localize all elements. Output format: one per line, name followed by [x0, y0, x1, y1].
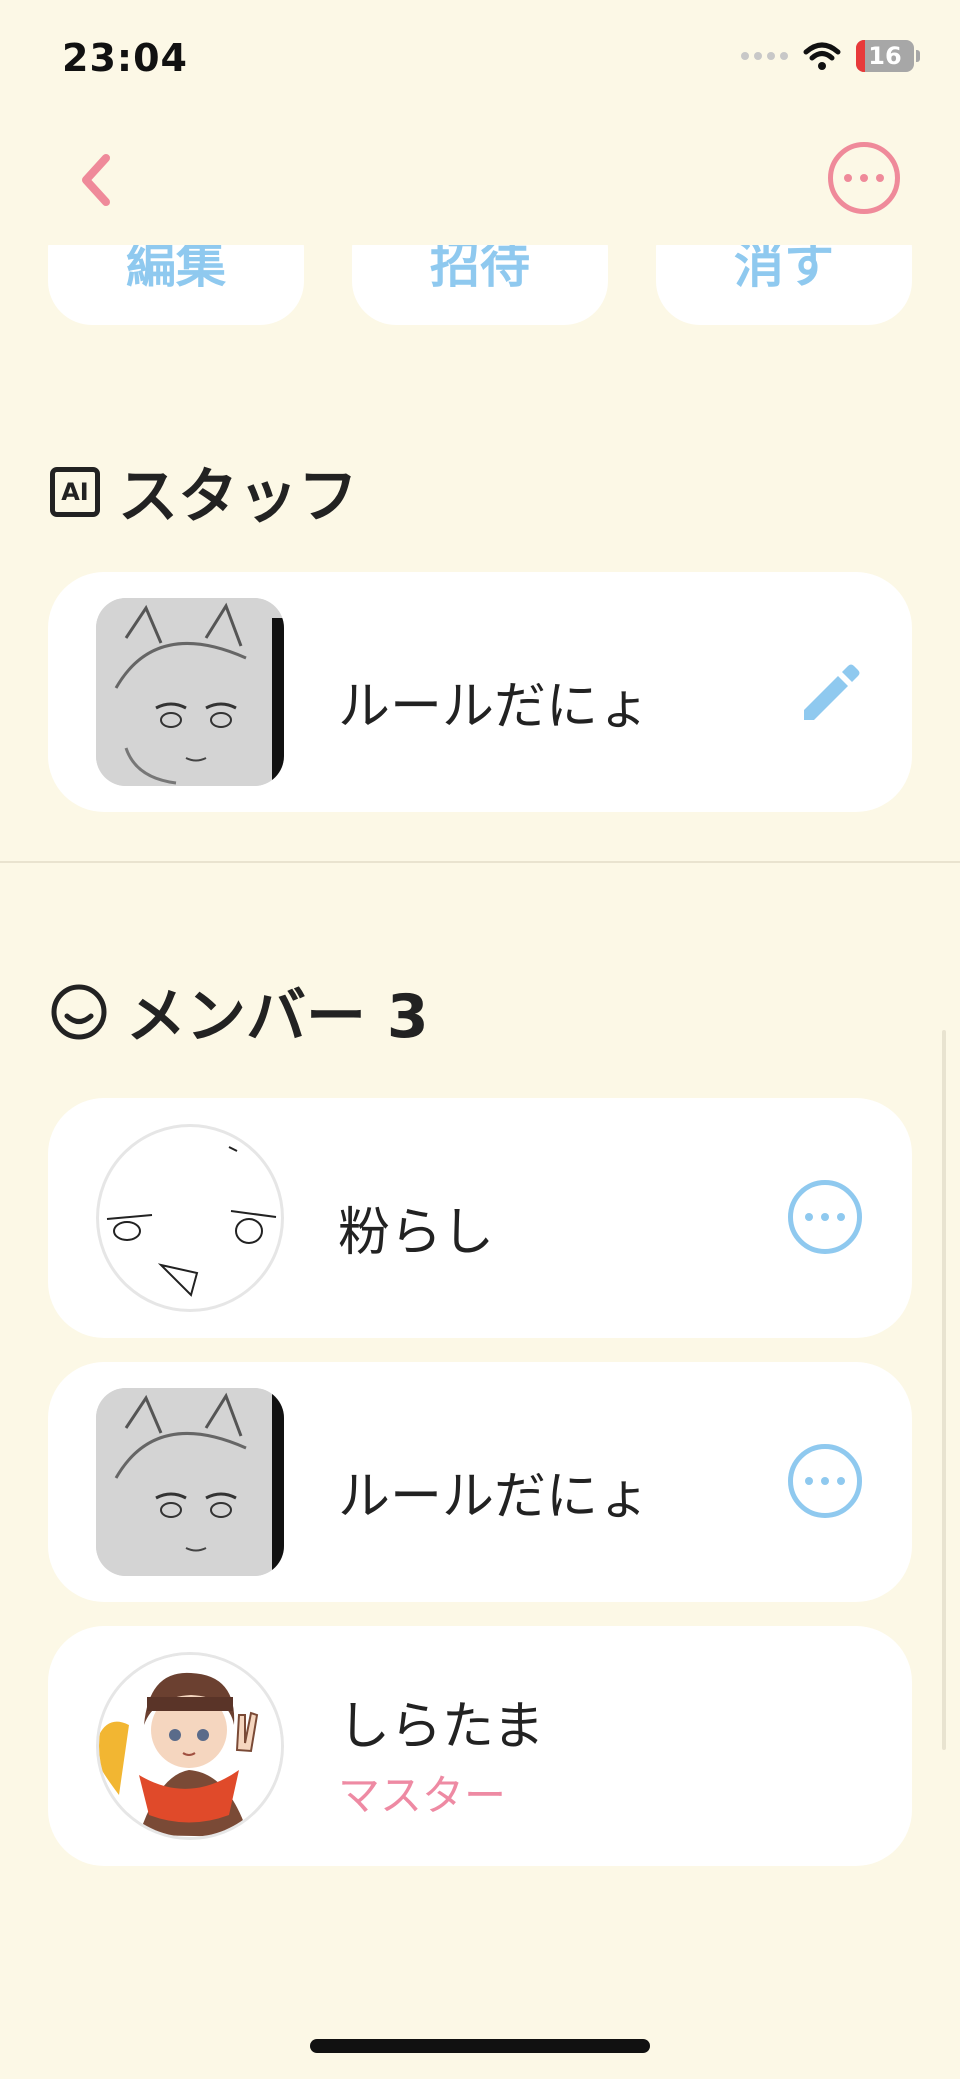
- pencil-icon: [804, 664, 860, 720]
- member-more-button[interactable]: [788, 1180, 862, 1254]
- ai-icon: AI: [50, 466, 100, 517]
- home-indicator: [310, 2039, 650, 2053]
- member-title: メンバー 3: [126, 982, 429, 1052]
- more-horizontal-icon: [805, 1213, 813, 1221]
- chevron-left-icon: [82, 154, 110, 206]
- status-time: 23:04: [62, 36, 188, 80]
- avatar: [96, 1652, 284, 1840]
- member-card[interactable]: しらたま マスター: [48, 1626, 912, 1866]
- edit-staff-button[interactable]: [796, 660, 860, 724]
- battery-level-text: 16: [868, 42, 902, 70]
- member-role-badge: マスター: [338, 1771, 507, 1820]
- smile-icon: [51, 984, 107, 1039]
- group-settings-screen: 23:04 16 編集 招待 消す AI スタッフ ルールだにょ メンバー 3 …: [0, 0, 960, 2079]
- wifi-icon: [803, 42, 841, 70]
- member-more-button[interactable]: [788, 1444, 862, 1518]
- action-buttons: 編集 招待 消す: [0, 245, 960, 335]
- avatar: [96, 598, 284, 786]
- staff-section-title: AI スタッフ: [50, 448, 358, 535]
- avatar: [96, 1124, 284, 1312]
- invite-button-label: 招待: [430, 245, 530, 294]
- cellular-signal-icon: [741, 52, 788, 60]
- edit-button[interactable]: 編集: [48, 245, 304, 325]
- section-divider: [0, 861, 960, 863]
- battery-icon: 16: [856, 40, 914, 72]
- member-name: しらたま: [338, 1697, 545, 1757]
- invite-button[interactable]: 招待: [352, 245, 608, 325]
- status-icons: 16: [741, 40, 920, 72]
- back-button[interactable]: [72, 150, 122, 210]
- delete-button-label: 消す: [734, 245, 834, 294]
- member-card[interactable]: ルールだにょ: [48, 1362, 912, 1602]
- staff-card[interactable]: ルールだにょ: [48, 572, 912, 812]
- edit-button-label: 編集: [126, 245, 226, 294]
- member-section-title: メンバー 3: [50, 968, 429, 1055]
- staff-name: ルールだにょ: [338, 677, 651, 737]
- avatar: [96, 1388, 284, 1576]
- member-name: 粉らし: [338, 1203, 495, 1263]
- more-options-button[interactable]: [828, 142, 900, 214]
- delete-button[interactable]: 消す: [656, 245, 912, 325]
- scroll-indicator: [942, 1030, 946, 1750]
- more-horizontal-icon: [844, 174, 852, 182]
- battery-tip: [916, 50, 920, 62]
- member-name: ルールだにょ: [338, 1467, 651, 1527]
- more-horizontal-icon: [805, 1477, 813, 1485]
- member-card[interactable]: 粉らし: [48, 1098, 912, 1338]
- staff-title: スタッフ: [118, 462, 358, 532]
